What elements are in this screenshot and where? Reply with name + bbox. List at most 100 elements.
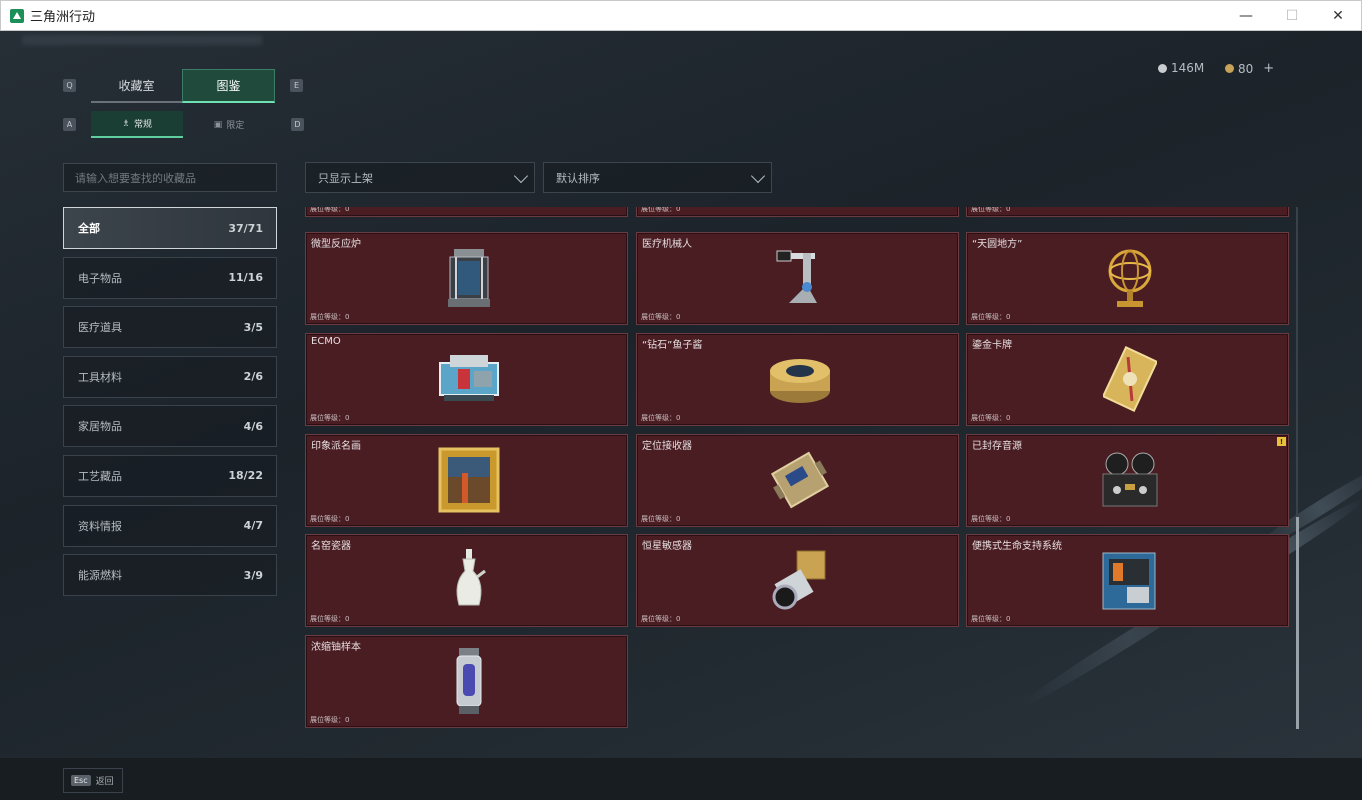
window-titlebar: 三角洲行动 — ☐ ✕ bbox=[0, 0, 1362, 31]
booth-level: 展位等级：0 bbox=[971, 414, 1011, 422]
money-amount: 146M bbox=[1171, 61, 1205, 75]
booth-level: 展位等级：0 bbox=[310, 716, 350, 724]
category-intel[interactable]: 资料情报 4/7 bbox=[63, 504, 277, 547]
item-card[interactable]: 医疗机械人 展位等级：0 bbox=[636, 232, 959, 325]
key-hint-q: Q bbox=[63, 79, 76, 92]
category-tools[interactable]: 工具材料 2/6 bbox=[63, 355, 277, 398]
gps-receiver-icon bbox=[767, 447, 833, 513]
category-label: 工具材料 bbox=[78, 370, 122, 384]
scrollbar-thumb[interactable] bbox=[1296, 517, 1299, 729]
porcelain-vase-icon bbox=[436, 547, 502, 613]
armillary-sphere-icon bbox=[1097, 245, 1163, 311]
item-card[interactable]: 微型反应炉 展位等级：0 bbox=[305, 232, 628, 325]
tab-codex[interactable]: 图鉴 bbox=[182, 69, 275, 103]
reactor-icon bbox=[436, 245, 502, 311]
booth-level: 展位等级：0 bbox=[641, 207, 681, 213]
premium-currency-display: 80 + bbox=[1225, 61, 1274, 76]
money-coin-icon bbox=[1158, 63, 1167, 73]
item-card-partial[interactable]: 展位等级：0 bbox=[636, 207, 959, 217]
category-household[interactable]: 家居物品 4/6 bbox=[63, 405, 277, 448]
category-electronics[interactable]: 电子物品 11/16 bbox=[63, 256, 277, 299]
category-label: 医疗道具 bbox=[78, 321, 122, 335]
back-button[interactable]: Esc 返回 bbox=[63, 768, 123, 793]
booth-level: 展位等级：0 bbox=[971, 615, 1011, 623]
category-energy[interactable]: 能源燃料 3/9 bbox=[63, 554, 277, 597]
item-card-partial[interactable]: 展位等级：0 bbox=[305, 207, 628, 217]
item-card[interactable]: 印象派名画 展位等级：0 bbox=[305, 434, 628, 527]
display-filter-dropdown[interactable]: 只显示上架 bbox=[305, 162, 535, 193]
sub-tabs: ♗ 常规 ▣ 限定 bbox=[91, 111, 275, 138]
life-support-icon bbox=[1097, 547, 1163, 613]
item-name: 浓缩铀样本 bbox=[311, 642, 361, 653]
item-card[interactable]: 已封存音源 ! 展位等级：0 bbox=[966, 434, 1289, 527]
subtab-limited-label: 限定 bbox=[226, 121, 245, 131]
subtab-regular[interactable]: ♗ 常规 bbox=[91, 111, 183, 138]
booth-level: 展位等级：0 bbox=[971, 313, 1011, 321]
item-card[interactable]: 便携式生命支持系统 展位等级：0 bbox=[966, 534, 1289, 627]
key-hint-a: A bbox=[63, 118, 76, 131]
item-card[interactable]: 鎏金卡牌 展位等级：0 bbox=[966, 333, 1289, 426]
close-button[interactable]: ✕ bbox=[1315, 1, 1361, 31]
category-crafts[interactable]: 工艺藏品 18/22 bbox=[63, 454, 277, 497]
key-hint-e: E bbox=[290, 79, 303, 92]
sort-value: 默认排序 bbox=[556, 171, 600, 185]
sort-dropdown[interactable]: 默认排序 bbox=[543, 162, 772, 193]
chevron-down-icon bbox=[513, 168, 529, 184]
caviar-tin-icon bbox=[767, 346, 833, 412]
back-label: 返回 bbox=[95, 777, 114, 787]
app-logo-icon bbox=[10, 8, 24, 23]
premium-amount: 80 bbox=[1238, 61, 1254, 76]
item-card[interactable]: “天圆地方” 展位等级：0 bbox=[966, 232, 1289, 325]
item-card[interactable]: “钻石”鱼子酱 展位等级：0 bbox=[636, 333, 959, 426]
category-label: 工艺藏品 bbox=[78, 469, 122, 483]
display-filter-value: 只显示上架 bbox=[318, 171, 373, 185]
category-count: 2/6 bbox=[243, 370, 263, 384]
item-name: 恒星敏感器 bbox=[642, 541, 692, 552]
flask-icon: ♗ bbox=[121, 118, 131, 129]
item-name: 便携式生命支持系统 bbox=[972, 541, 1062, 552]
category-label: 全部 bbox=[78, 222, 100, 235]
category-medical[interactable]: 医疗道具 3/5 bbox=[63, 306, 277, 349]
item-name: 鎏金卡牌 bbox=[972, 340, 1012, 351]
item-grid: 展位等级：0 展位等级：0 展位等级：0 微型反应炉 展位等级：0 医疗机械人 … bbox=[305, 207, 1290, 729]
category-label: 电子物品 bbox=[78, 271, 122, 285]
subtab-regular-label: 常规 bbox=[134, 120, 153, 130]
item-card[interactable]: 名窑瓷器 展位等级：0 bbox=[305, 534, 628, 627]
category-label: 能源燃料 bbox=[78, 569, 122, 583]
window-title: 三角洲行动 bbox=[30, 10, 96, 25]
minimize-button[interactable]: — bbox=[1223, 1, 1269, 31]
item-name: 名窑瓷器 bbox=[311, 541, 351, 552]
picture-icon: ▣ bbox=[213, 119, 223, 130]
add-currency-button[interactable]: + bbox=[1263, 61, 1274, 76]
item-name: “钻石”鱼子酱 bbox=[642, 340, 703, 351]
premium-coin-icon bbox=[1225, 64, 1234, 73]
category-label: 家居物品 bbox=[78, 420, 122, 434]
item-card[interactable]: 浓缩铀样本 展位等级：0 bbox=[305, 635, 628, 728]
subtab-limited[interactable]: ▣ 限定 bbox=[183, 111, 275, 138]
booth-level: 展位等级：0 bbox=[310, 313, 350, 321]
category-count: 3/5 bbox=[243, 320, 263, 334]
search-input[interactable]: 请输入想要查找的收藏品 bbox=[63, 163, 277, 192]
item-name: ECMO bbox=[311, 336, 341, 347]
category-list: 全部 37/71 电子物品 11/16 医疗道具 3/5 工具材料 2/6 家居物品 4/… bbox=[63, 207, 277, 604]
tab-collection-room[interactable]: 收藏室 bbox=[91, 69, 182, 103]
item-name: 微型反应炉 bbox=[311, 239, 361, 250]
item-name: 定位接收器 bbox=[642, 441, 692, 452]
item-card[interactable]: 恒星敏感器 展位等级：0 bbox=[636, 534, 959, 627]
item-card-partial[interactable]: 展位等级：0 bbox=[966, 207, 1289, 217]
item-name: 印象派名画 bbox=[311, 441, 361, 452]
category-count: 18/22 bbox=[228, 469, 263, 483]
booth-level: 展位等级：0 bbox=[310, 515, 350, 523]
item-card[interactable]: 定位接收器 展位等级：0 bbox=[636, 434, 959, 527]
booth-level: 展位等级：0 bbox=[641, 414, 681, 422]
item-card[interactable]: ECMO 展位等级：0 bbox=[305, 333, 628, 426]
window-controls: — ☐ ✕ bbox=[1223, 1, 1361, 31]
uranium-sample-icon bbox=[436, 648, 502, 714]
game-screen: 146M 80 + Q 收藏室 图鉴 E A ♗ 常规 ▣ 限定 D 请输入想要… bbox=[0, 31, 1362, 800]
esc-key-icon: Esc bbox=[71, 775, 91, 786]
maximize-button[interactable]: ☐ bbox=[1269, 1, 1315, 31]
key-hint-d: D bbox=[291, 118, 304, 131]
category-all[interactable]: 全部 37/71 bbox=[63, 207, 277, 249]
booth-level: 展位等级：0 bbox=[641, 615, 681, 623]
category-count: 3/9 bbox=[243, 568, 263, 582]
